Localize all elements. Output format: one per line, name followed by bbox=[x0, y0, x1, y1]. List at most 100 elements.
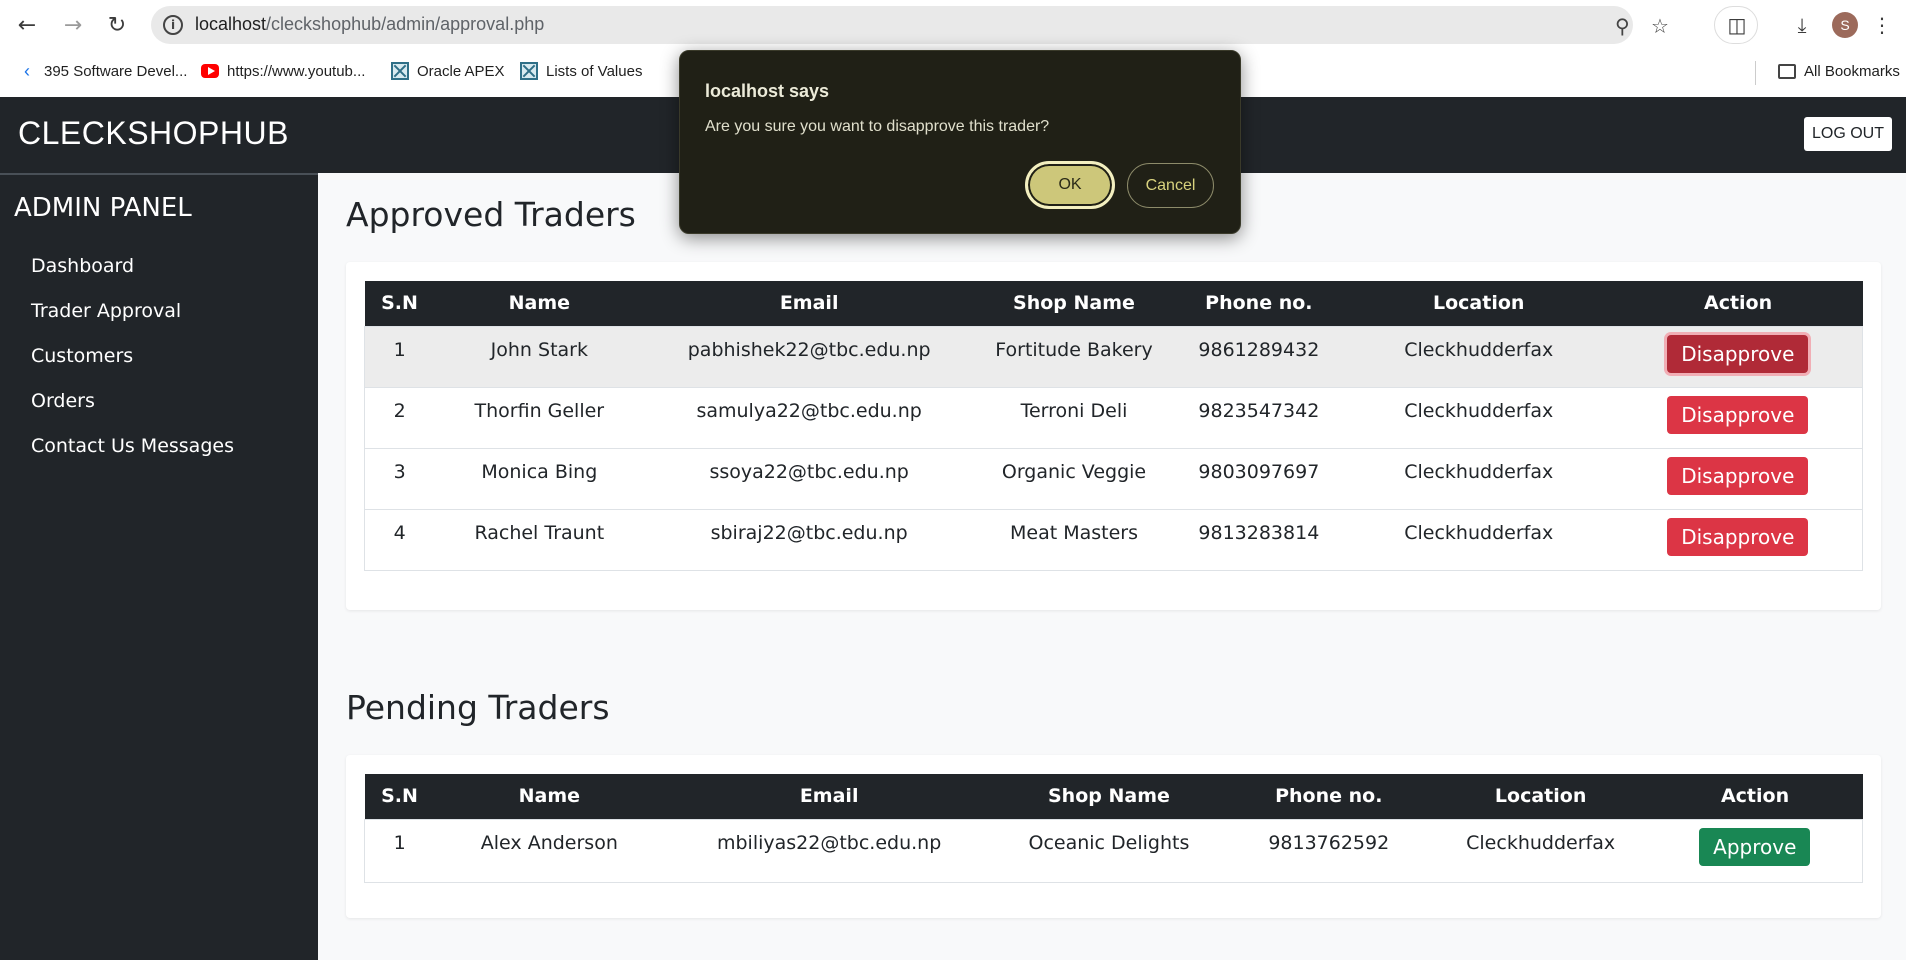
cell-action: Disapprove bbox=[1613, 447, 1863, 509]
download-icon[interactable]: ⤓ bbox=[1788, 11, 1816, 39]
column-header-action: Action bbox=[1613, 281, 1863, 326]
table-header-row: S.N Name Email Shop Name Phone no. Locat… bbox=[364, 281, 1863, 326]
zoom-icon[interactable]: ⚲ bbox=[1615, 14, 1630, 38]
column-header-name: Name bbox=[434, 774, 665, 819]
cell-location: Cleckhudderfax bbox=[1343, 386, 1614, 448]
cell-location: Cleckhudderfax bbox=[1343, 508, 1614, 571]
url-host: localhost bbox=[195, 14, 267, 34]
address-bar[interactable]: i localhost/cleckshophub/admin/approval.… bbox=[151, 6, 1669, 44]
column-header-action: Action bbox=[1647, 774, 1863, 819]
cell-email: samulya22@tbc.edu.np bbox=[644, 386, 975, 448]
reload-icon[interactable]: ↻ bbox=[104, 12, 130, 38]
column-header-phone: Phone no. bbox=[1223, 774, 1434, 819]
admin-sidebar: ADMIN PANEL Dashboard Trader Approval Cu… bbox=[0, 173, 318, 960]
bookmark-item[interactable]: https://www.youtub... bbox=[201, 62, 365, 80]
approved-traders-table: S.N Name Email Shop Name Phone no. Locat… bbox=[364, 281, 1863, 571]
cell-location: Cleckhudderfax bbox=[1433, 818, 1648, 883]
disapprove-button[interactable]: Disapprove bbox=[1667, 334, 1809, 373]
table-header-row: S.N Name Email Shop Name Phone no. Locat… bbox=[364, 774, 1863, 819]
dialog-ok-button[interactable]: OK bbox=[1025, 161, 1115, 209]
bookmark-label: Lists of Values bbox=[546, 62, 643, 80]
cell-phone: 9823547342 bbox=[1173, 386, 1344, 448]
chevron-left-icon: ‹ bbox=[24, 60, 30, 81]
table-row: 3 Monica Bing ssoya22@tbc.edu.np Organic… bbox=[364, 447, 1863, 509]
bookmark-item[interactable]: Lists of Values bbox=[520, 62, 642, 80]
approve-button[interactable]: Approve bbox=[1699, 827, 1811, 866]
cell-name: Rachel Traunt bbox=[434, 508, 645, 571]
bookmark-star-icon[interactable]: ☆ bbox=[1651, 14, 1669, 38]
sidebar-item-orders[interactable]: Orders bbox=[31, 390, 95, 412]
cell-sn: 4 bbox=[364, 508, 435, 571]
cell-email: mbiliyas22@tbc.edu.np bbox=[664, 818, 995, 883]
pending-traders-title: Pending Traders bbox=[346, 688, 610, 727]
brand-title[interactable]: CLECKSHOPHUB bbox=[18, 115, 289, 152]
column-header-sn: S.N bbox=[364, 774, 435, 819]
approved-traders-title: Approved Traders bbox=[346, 195, 636, 234]
confirm-dialog: localhost says Are you sure you want to … bbox=[679, 50, 1241, 234]
disapprove-button[interactable]: Disapprove bbox=[1667, 395, 1809, 434]
cell-email: ssoya22@tbc.edu.np bbox=[644, 447, 975, 509]
column-header-location: Location bbox=[1433, 774, 1648, 819]
puzzle-icon: ◫ bbox=[1727, 13, 1747, 37]
column-header-location: Location bbox=[1343, 281, 1614, 326]
cell-shop: Organic Veggie bbox=[974, 447, 1174, 509]
column-header-email: Email bbox=[644, 281, 975, 326]
forward-arrow-icon[interactable]: → bbox=[60, 12, 86, 38]
cell-phone: 9813283814 bbox=[1173, 508, 1344, 571]
column-header-shop: Shop Name bbox=[974, 281, 1174, 326]
cell-shop: Oceanic Delights bbox=[994, 818, 1224, 883]
cell-sn: 2 bbox=[364, 386, 435, 448]
logout-button[interactable]: LOG OUT bbox=[1804, 117, 1892, 151]
url-path: /cleckshophub/admin/approval.php bbox=[266, 14, 545, 34]
cell-phone: 9861289432 bbox=[1173, 325, 1344, 387]
all-bookmarks[interactable]: All Bookmarks bbox=[1778, 62, 1900, 80]
extensions-button[interactable]: ◫ bbox=[1714, 6, 1758, 44]
cell-action: Disapprove bbox=[1613, 386, 1863, 448]
folder-icon bbox=[1778, 62, 1796, 80]
bookmark-label: https://www.youtub... bbox=[227, 62, 366, 80]
sidebar-item-trader-approval[interactable]: Trader Approval bbox=[31, 300, 181, 322]
column-header-name: Name bbox=[434, 281, 645, 326]
more-menu-icon[interactable]: ⋮ bbox=[1868, 11, 1896, 39]
cell-location: Cleckhudderfax bbox=[1343, 325, 1614, 387]
pending-traders-card: S.N Name Email Shop Name Phone no. Locat… bbox=[346, 755, 1881, 918]
cell-shop: Meat Masters bbox=[974, 508, 1174, 571]
cell-email: sbiraj22@tbc.edu.np bbox=[644, 508, 975, 571]
youtube-icon bbox=[201, 62, 219, 80]
cell-shop: Fortitude Bakery bbox=[974, 325, 1174, 387]
cell-sn: 1 bbox=[364, 325, 435, 387]
column-header-sn: S.N bbox=[364, 281, 435, 326]
column-header-shop: Shop Name bbox=[994, 774, 1224, 819]
dialog-message: Are you sure you want to disapprove this… bbox=[705, 118, 1050, 135]
sidebar-item-customers[interactable]: Customers bbox=[31, 345, 133, 367]
site-info-icon[interactable]: i bbox=[163, 15, 183, 35]
bookmark-item[interactable]: ‹ 395 Software Devel... bbox=[18, 60, 188, 81]
url-text[interactable]: localhost/cleckshophub/admin/approval.ph… bbox=[195, 14, 544, 35]
disapprove-button[interactable]: Disapprove bbox=[1667, 456, 1809, 495]
bookmark-item[interactable]: Oracle APEX bbox=[391, 62, 505, 80]
sidebar-item-dashboard[interactable]: Dashboard bbox=[31, 255, 134, 277]
browser-toolbar: ← → ↻ i localhost/cleckshophub/admin/app… bbox=[0, 0, 1906, 49]
dialog-cancel-button[interactable]: Cancel bbox=[1127, 163, 1214, 208]
table-row: 2 Thorfin Geller samulya22@tbc.edu.np Te… bbox=[364, 386, 1863, 448]
disapprove-button[interactable]: Disapprove bbox=[1667, 517, 1809, 556]
cell-email: pabhishek22@tbc.edu.np bbox=[644, 325, 975, 387]
cell-action: Disapprove bbox=[1613, 508, 1863, 571]
cell-sn: 1 bbox=[364, 818, 435, 883]
profile-avatar[interactable]: S bbox=[1832, 12, 1858, 38]
column-header-email: Email bbox=[664, 774, 995, 819]
apex-icon bbox=[520, 62, 538, 80]
bookmarks-divider bbox=[1755, 61, 1756, 85]
cell-action: Disapprove bbox=[1613, 325, 1863, 387]
cell-shop: Terroni Deli bbox=[974, 386, 1174, 448]
back-arrow-icon[interactable]: ← bbox=[14, 12, 40, 38]
cell-action: Approve bbox=[1647, 818, 1863, 883]
cell-name: John Stark bbox=[434, 325, 645, 387]
bookmark-label: 395 Software Devel... bbox=[44, 62, 188, 80]
apex-icon bbox=[391, 62, 409, 80]
pending-traders-table: S.N Name Email Shop Name Phone no. Locat… bbox=[364, 774, 1863, 883]
bookmark-label: Oracle APEX bbox=[417, 62, 505, 80]
cell-name: Thorfin Geller bbox=[434, 386, 645, 448]
sidebar-item-contact-messages[interactable]: Contact Us Messages bbox=[31, 435, 234, 457]
dialog-title: localhost says bbox=[705, 81, 830, 101]
